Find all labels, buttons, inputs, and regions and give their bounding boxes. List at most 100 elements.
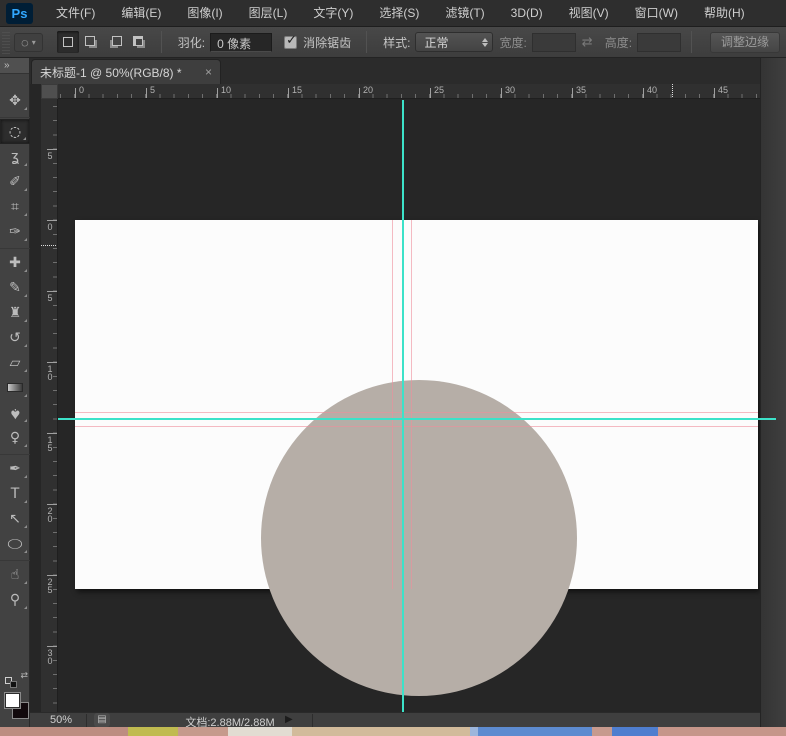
history-brush-tool[interactable]: ↺ [0, 325, 30, 350]
close-icon[interactable]: × [197, 65, 212, 79]
new-selection-button[interactable] [57, 31, 79, 53]
lasso-tool[interactable]: ʓ [0, 144, 30, 169]
menu-filter[interactable]: 滤镜(T) [432, 0, 497, 27]
hand-icon: ☝ [11, 568, 20, 582]
menu-file[interactable]: 文件(F) [43, 0, 108, 27]
divider [0, 556, 30, 561]
divider [86, 714, 87, 727]
divider [0, 450, 30, 455]
path-selection-tool[interactable]: ↖ [0, 506, 30, 531]
ruler-label: 10 [221, 85, 231, 95]
zoom-tool[interactable]: ⚲ [0, 587, 30, 612]
crop-tool[interactable]: ⌗ [0, 194, 30, 219]
document-tab[interactable]: 未标题-1 @ 50%(RGB/8) * × [31, 59, 221, 84]
ruler-label: 15 [292, 85, 302, 95]
style-dropdown[interactable]: 正常 [415, 32, 493, 52]
guide-horizontal[interactable] [58, 418, 776, 420]
ruler-label: 35 [576, 85, 586, 95]
eyedropper-icon: ✑ [9, 225, 21, 239]
menu-help[interactable]: 帮助(H) [691, 0, 758, 27]
divider [0, 113, 30, 118]
panel-edge-strip [760, 58, 786, 727]
subtract-from-selection-button[interactable] [105, 31, 127, 53]
add-to-selection-button[interactable] [81, 31, 103, 53]
pen-tool[interactable]: ✒ [0, 456, 30, 481]
menu-image[interactable]: 图像(I) [174, 0, 235, 27]
ruler-label: 15 [45, 435, 55, 451]
collapse-panel-button[interactable]: » [0, 58, 29, 74]
menu-edit[interactable]: 编辑(E) [108, 0, 174, 27]
tool-preset-button[interactable]: ◌ ▾ [14, 33, 43, 52]
ruler-label: 0 [79, 85, 84, 95]
ruler-label: 30 [45, 648, 55, 664]
brush-tool[interactable]: ✎ [0, 275, 30, 300]
horizontal-ruler[interactable]: 0 5 10 15 20 25 30 35 40 45 [58, 84, 760, 99]
elliptical-marquee-icon: ◌ [9, 125, 21, 139]
menu-3d[interactable]: 3D(D) [498, 0, 556, 27]
quick-selection-icon: ✐ [9, 175, 21, 189]
brush-icon: ✎ [9, 281, 21, 295]
clone-stamp-tool[interactable]: ♜ [0, 300, 30, 325]
spot-healing-brush-tool[interactable]: ✚ [0, 250, 30, 275]
antialias-checkbox[interactable]: ✓ [284, 36, 297, 49]
new-selection-icon [63, 37, 73, 47]
document-canvas[interactable] [75, 220, 758, 589]
swap-colors-button[interactable]: ⇄ [0, 670, 30, 688]
intersect-selection-icon [133, 36, 143, 46]
history-brush-icon: ↺ [9, 331, 21, 345]
menu-type[interactable]: 文字(Y) [300, 0, 366, 27]
smart-guide-vertical [411, 220, 412, 589]
ruler-label: 10 [45, 364, 55, 380]
dodge-tool[interactable]: ♀ [0, 425, 30, 450]
feather-input[interactable]: 0 像素 [210, 33, 272, 52]
pen-icon: ✒ [9, 462, 21, 476]
status-expand-arrow[interactable]: ▶ [285, 714, 293, 725]
quick-selection-tool[interactable]: ✐ [0, 169, 30, 194]
hand-tool[interactable]: ☝ [0, 562, 30, 587]
panel-gripper[interactable] [2, 30, 10, 54]
menu-select[interactable]: 选择(S) [366, 0, 432, 27]
menu-view[interactable]: 视图(V) [556, 0, 622, 27]
move-tool[interactable]: ✥ [0, 88, 30, 113]
ps-logo: Ps [6, 3, 33, 24]
tool-list: ✥ ◌ ʓ ✐ ⌗ ✑ ✚ ✎ ♜ ↺ ▱ ♠ ♀ ✒ T ↖ ◯ ☝ ⚲ [0, 88, 30, 612]
dodge-icon: ♀ [10, 431, 20, 445]
ruler-label: 5 [150, 85, 155, 95]
smart-guide-horizontal [75, 426, 758, 427]
menu-layer[interactable]: 图层(L) [236, 0, 301, 27]
gradient-tool[interactable] [0, 375, 30, 400]
height-label: 高度: [605, 34, 632, 51]
style-label: 样式: [383, 34, 410, 51]
spinner-icon [474, 38, 488, 47]
menu-bar: Ps 文件(F) 编辑(E) 图像(I) 图层(L) 文字(Y) 选择(S) 滤… [0, 0, 786, 27]
foreground-color-swatch[interactable] [4, 692, 21, 709]
elliptical-marquee-tool[interactable]: ◌ [0, 119, 30, 144]
guide-vertical[interactable] [402, 100, 404, 712]
eraser-icon: ▱ [10, 356, 21, 370]
ruler-label: 20 [45, 506, 55, 522]
zoom-level-field[interactable]: 50% [50, 714, 72, 726]
eraser-tool[interactable]: ▱ [0, 350, 30, 375]
options-bar: ◌ ▾ 羽化: 0 像素 ✓ 消除锯齿 样式: 正常 宽度: ⇄ 高度: 调整边… [0, 27, 786, 58]
divider [366, 31, 367, 53]
divider [0, 244, 30, 249]
intersect-selection-button[interactable] [129, 31, 151, 53]
vertical-ruler[interactable]: 5 0 5 10 15 20 25 30 [41, 99, 58, 712]
blur-tool[interactable]: ♠ [0, 400, 30, 425]
menu-window[interactable]: 窗口(W) [622, 0, 691, 27]
clone-stamp-icon: ♜ [9, 306, 22, 320]
ellipse-shape-tool[interactable]: ◯ [0, 531, 30, 556]
type-tool[interactable]: T [0, 481, 30, 506]
selection-mode-group [57, 31, 151, 53]
healing-brush-icon: ✚ [9, 256, 21, 270]
ruler-label: 25 [434, 85, 444, 95]
canvas-viewport[interactable] [58, 99, 760, 712]
status-bar: 50% ▤ 文档:2.88M/2.88M ▶ [30, 712, 760, 727]
document-status-icon[interactable]: ▤ [94, 713, 110, 727]
eyedropper-tool[interactable]: ✑ [0, 219, 30, 244]
ellipse-shape [261, 380, 577, 696]
ruler-origin-box[interactable] [41, 84, 58, 99]
width-input [532, 33, 576, 52]
ruler-label: 30 [505, 85, 515, 95]
color-swatches [0, 690, 30, 726]
